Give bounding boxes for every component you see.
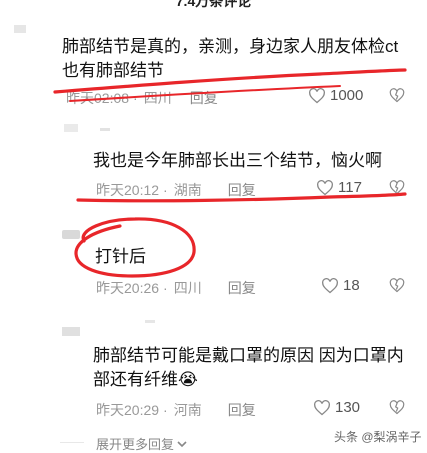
comment-time: 昨天20:29: [96, 402, 160, 418]
reply-button[interactable]: 回复: [228, 278, 256, 298]
avatar[interactable]: [64, 124, 78, 132]
heart-outline-icon: [308, 87, 326, 104]
broken-heart-icon[interactable]: [389, 400, 405, 420]
broken-heart-icon[interactable]: [389, 278, 405, 298]
broken-heart-icon[interactable]: [389, 88, 405, 108]
avatar[interactable]: [62, 230, 80, 239]
comment-meta: 昨天20:26 · 四川 回复: [96, 278, 256, 298]
heart-outline-icon: [321, 277, 339, 294]
comment-text: 我也是今年肺部长出三个结节，恼火啊: [93, 151, 382, 170]
username-placeholder: [145, 320, 155, 323]
like-count: 18: [343, 277, 360, 294]
like-count: 117: [338, 179, 362, 196]
comment-location: 湖南: [173, 182, 202, 198]
chevron-down-icon: [176, 439, 188, 449]
comment-time: 昨天20:26: [96, 280, 160, 296]
expand-replies-label: 展开更多回复: [96, 437, 175, 452]
expand-replies-button[interactable]: 展开更多回复: [96, 434, 188, 453]
avatar[interactable]: [62, 327, 80, 336]
comment-text: 肺部结节可能是戴口罩的原因 因为口罩内部还有纤维😭: [93, 346, 404, 389]
like-button[interactable]: 130: [313, 399, 360, 416]
comment-location: 河南: [173, 402, 202, 418]
comment-count: 7.4万条评论: [175, 0, 252, 9]
like-count: 130: [335, 399, 361, 416]
comment-time: 昨天02:08: [66, 90, 130, 106]
like-button[interactable]: 117: [316, 179, 362, 196]
comment-location: 四川: [143, 90, 172, 106]
comment-meta: 昨天20:29 · 河南 回复: [96, 400, 256, 420]
heart-outline-icon: [313, 399, 331, 416]
reply-button[interactable]: 回复: [228, 400, 256, 420]
comment-meta: 昨天20:12 · 湖南 回复: [96, 180, 256, 200]
comment-location: 四川: [173, 280, 202, 296]
divider: [60, 442, 84, 443]
reply-button[interactable]: 回复: [190, 88, 218, 108]
like-button[interactable]: 18: [321, 277, 360, 294]
watermark: 头条 @梨涡辛子: [334, 430, 422, 444]
like-count: 1000: [330, 87, 364, 104]
heart-outline-icon: [316, 179, 334, 196]
reply-button[interactable]: 回复: [228, 180, 256, 200]
avatar[interactable]: [14, 25, 26, 33]
broken-heart-icon[interactable]: [389, 180, 405, 200]
like-button[interactable]: 1000: [308, 87, 363, 104]
comment-time: 昨天20:12: [96, 182, 160, 198]
comment-meta: 昨天02:08 · 四川 回复: [66, 88, 218, 108]
comment-text: 打针后: [95, 247, 146, 266]
username-placeholder: [100, 128, 110, 131]
comment-text: 肺部结节是真的，亲测，身边家人朋友体检ct也有肺部结节: [62, 37, 399, 80]
